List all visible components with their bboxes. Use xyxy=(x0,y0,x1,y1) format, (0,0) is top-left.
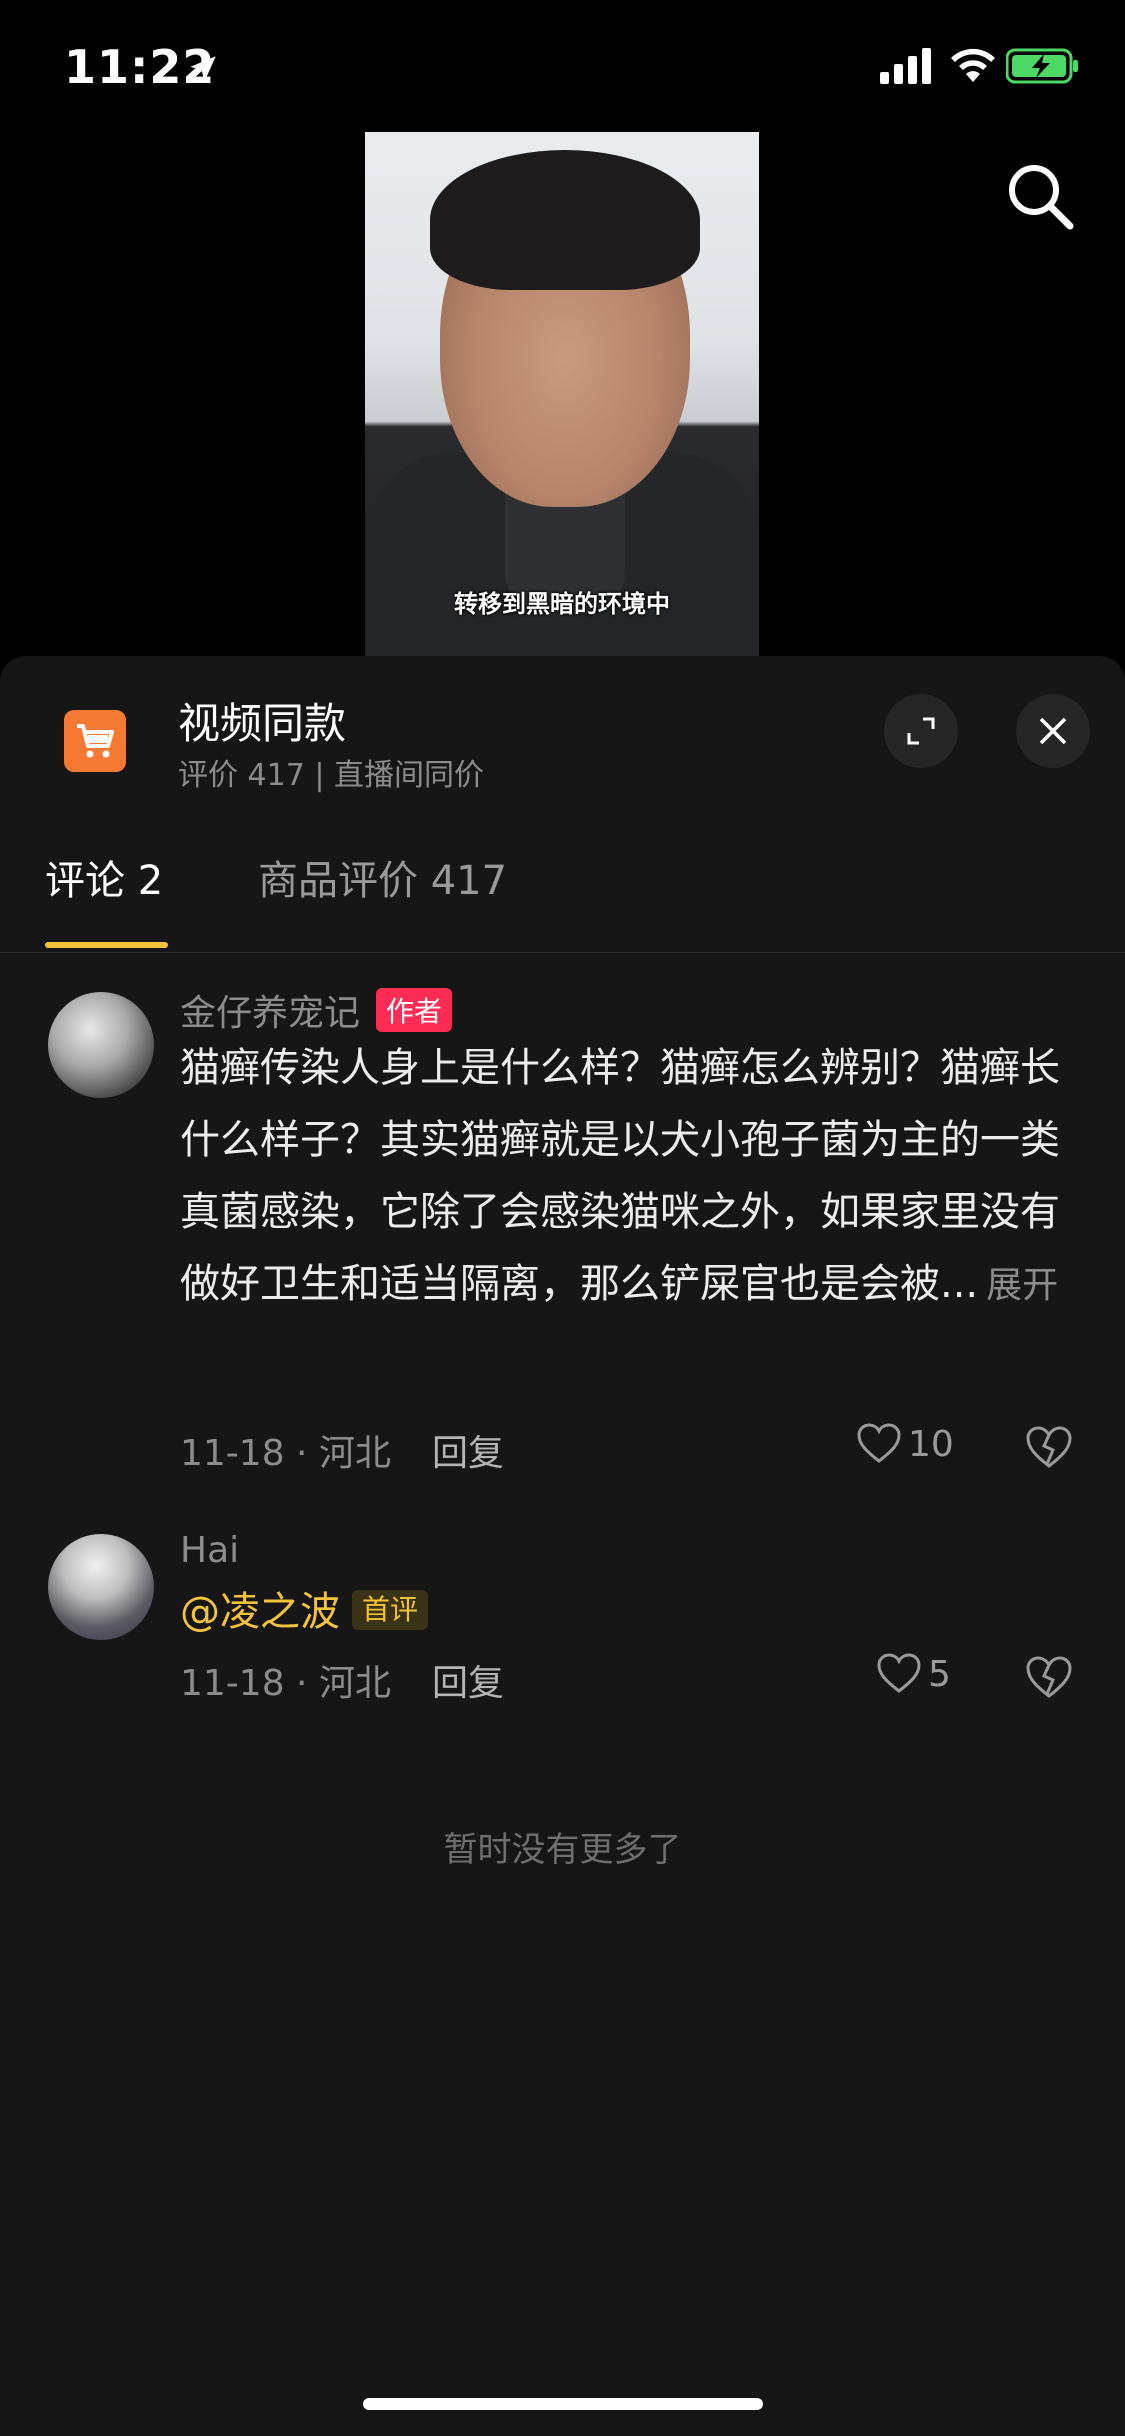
product-title[interactable]: 视频同款 xyxy=(178,690,346,751)
like-button[interactable]: 5 xyxy=(876,1652,951,1695)
no-more-text: 暂时没有更多了 xyxy=(443,1830,682,1870)
author-badge: 作者 xyxy=(376,988,453,1032)
battery-charging-icon xyxy=(1006,48,1078,84)
active-tab-indicator xyxy=(45,942,168,948)
comment-username[interactable]: Hai xyxy=(180,1530,239,1571)
comment-text[interactable]: 猫癣传染人身上是什么样？猫癣怎么辨别？猫癣长什么样子？其实猫癣就是以犬小孢子菌为… xyxy=(180,1032,1060,1322)
tab-bar: 评论 2 商品评价 417 xyxy=(0,826,1125,953)
heart-icon xyxy=(877,1653,921,1693)
expand-icon xyxy=(907,717,935,745)
expand-button[interactable] xyxy=(884,694,958,768)
tab-product-reviews[interactable]: 商品评价 417 xyxy=(258,848,507,906)
username-text[interactable]: 金仔养宠记 xyxy=(180,993,360,1034)
cellular-signal-icon xyxy=(880,48,931,84)
dislike-heart-icon[interactable] xyxy=(1024,1424,1074,1470)
comment-username[interactable]: 金仔养宠记 作者 xyxy=(180,984,453,1036)
mention-link[interactable]: @凌之波 xyxy=(180,1589,340,1635)
comment-body: 猫癣传染人身上是什么样？猫癣怎么辨别？猫癣长什么样子？其实猫癣就是以犬小孢子菌为… xyxy=(180,1045,1060,1307)
reply-button[interactable]: 回复 xyxy=(432,1654,504,1706)
close-icon xyxy=(1039,717,1067,745)
comment-text[interactable]: @凌之波 首评 xyxy=(180,1576,1060,1648)
comment-sheet: 视频同款 评价 417 | 直播间同价 评论 2 商品评价 417 金仔养宠记作… xyxy=(0,656,1125,2436)
heart-icon xyxy=(857,1423,901,1463)
avatar[interactable] xyxy=(48,992,154,1098)
like-count: 10 xyxy=(908,1424,954,1465)
home-indicator[interactable] xyxy=(363,2398,763,2410)
first-comment-badge: 首评 xyxy=(352,1590,429,1630)
tab-comments[interactable]: 评论 2 xyxy=(45,848,163,906)
reply-button[interactable]: 回复 xyxy=(432,1424,504,1476)
wifi-icon xyxy=(951,48,995,82)
product-subtitle: 评价 417 | 直播间同价 xyxy=(178,758,484,793)
avatar[interactable] xyxy=(48,1534,154,1640)
location-arrow-icon xyxy=(190,56,216,82)
close-button[interactable] xyxy=(1016,694,1090,768)
expand-comment-link[interactable]: 展开 xyxy=(986,1265,1058,1306)
video-person-hair xyxy=(430,150,700,290)
dislike-heart-icon[interactable] xyxy=(1024,1654,1074,1700)
video-preview[interactable]: 转移到黑暗的环境中 xyxy=(365,132,759,658)
cart-icon[interactable] xyxy=(64,710,126,772)
like-count: 5 xyxy=(928,1654,951,1695)
video-subtitle: 转移到黑暗的环境中 xyxy=(454,590,670,618)
like-button[interactable]: 10 xyxy=(856,1422,954,1465)
comment-meta: 11-18 · 河北 xyxy=(180,1663,391,1704)
comment-meta: 11-18 · 河北 xyxy=(180,1433,391,1474)
status-bar: 11:22 xyxy=(0,0,1125,140)
search-icon[interactable] xyxy=(1002,158,1078,234)
